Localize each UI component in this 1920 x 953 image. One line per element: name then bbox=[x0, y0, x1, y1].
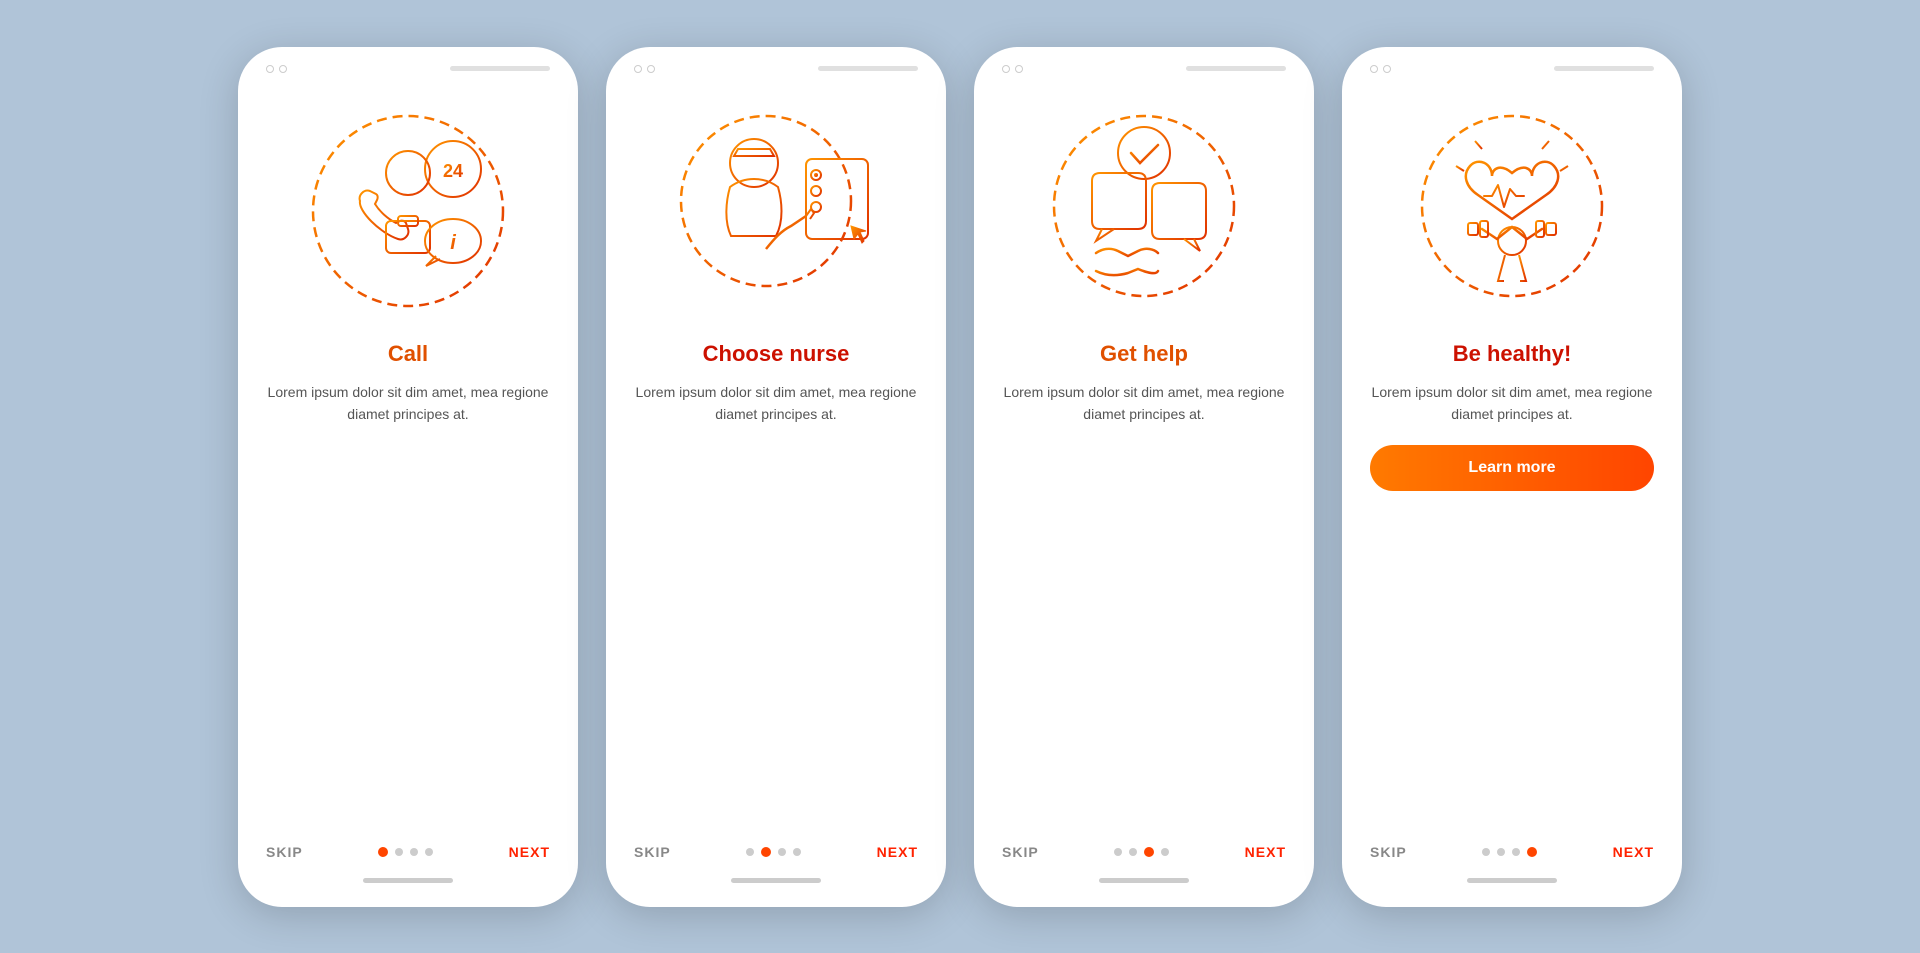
phone-3-top bbox=[974, 47, 1314, 83]
phone-4-nav-dot-1 bbox=[1482, 848, 1490, 856]
phone-1-dots bbox=[266, 65, 287, 73]
phone-4-dots bbox=[1370, 65, 1391, 73]
phone-4-dot-1 bbox=[1370, 65, 1378, 73]
phone-4-illustration bbox=[1402, 101, 1622, 321]
phone-4-top bbox=[1342, 47, 1682, 83]
phone-1-desc: Lorem ipsum dolor sit dim amet, mea regi… bbox=[266, 381, 550, 426]
phone-4-status bbox=[1370, 65, 1654, 73]
phone-4-home-bar bbox=[1467, 878, 1557, 883]
phone-3-illustration bbox=[1034, 101, 1254, 321]
phone-2-status bbox=[634, 65, 918, 73]
phone-4-title: Be healthy! bbox=[1453, 341, 1572, 367]
phone-2-illustration bbox=[666, 101, 886, 321]
learn-more-button[interactable]: Learn more bbox=[1370, 445, 1654, 491]
svg-text:i: i bbox=[450, 232, 456, 254]
phone-2-dots bbox=[634, 65, 655, 73]
phone-3-content: Get help Lorem ipsum dolor sit dim amet,… bbox=[974, 331, 1314, 844]
phone-3-nav-dots bbox=[1114, 847, 1169, 857]
phone-2-dot-2 bbox=[647, 65, 655, 73]
phone-1-content: Call Lorem ipsum dolor sit dim amet, mea… bbox=[238, 331, 578, 844]
phone-3-nav-dot-3 bbox=[1144, 847, 1154, 857]
phone-3-skip[interactable]: SKIP bbox=[1002, 844, 1039, 860]
phone-1-nav-dot-3 bbox=[410, 848, 418, 856]
phone-4-nav-dot-2 bbox=[1497, 848, 1505, 856]
phone-2-desc: Lorem ipsum dolor sit dim amet, mea regi… bbox=[634, 381, 918, 426]
phone-1-footer: SKIP NEXT bbox=[238, 844, 578, 907]
phone-2-svg bbox=[666, 101, 886, 321]
phone-1-nav-dot-1 bbox=[378, 847, 388, 857]
phone-1-illustration: 24 i bbox=[298, 101, 518, 321]
phones-container: 24 i Call Lorem ipsum dolor bbox=[238, 47, 1682, 907]
phone-1-svg: 24 i bbox=[298, 101, 518, 321]
phone-2: Choose nurse Lorem ipsum dolor sit dim a… bbox=[606, 47, 946, 907]
phone-1-nav-dot-2 bbox=[395, 848, 403, 856]
phone-4-nav-dots bbox=[1482, 847, 1537, 857]
phone-4-dot-2 bbox=[1383, 65, 1391, 73]
phone-4-nav-dot-3 bbox=[1512, 848, 1520, 856]
phone-3-nav-dot-2 bbox=[1129, 848, 1137, 856]
phone-3-dot-1 bbox=[1002, 65, 1010, 73]
phone-1-top bbox=[238, 47, 578, 83]
phone-2-dot-1 bbox=[634, 65, 642, 73]
phone-1-nav-dot-4 bbox=[425, 848, 433, 856]
phone-2-nav-dot-3 bbox=[778, 848, 786, 856]
phone-2-title: Choose nurse bbox=[703, 341, 850, 367]
phone-1-next[interactable]: NEXT bbox=[509, 844, 550, 860]
phone-4-nav: SKIP NEXT bbox=[1370, 844, 1654, 860]
phone-3-desc: Lorem ipsum dolor sit dim amet, mea regi… bbox=[1002, 381, 1286, 426]
phone-2-nav: SKIP NEXT bbox=[634, 844, 918, 860]
phone-4-content: Be healthy! Lorem ipsum dolor sit dim am… bbox=[1342, 331, 1682, 844]
phone-2-next[interactable]: NEXT bbox=[877, 844, 918, 860]
phone-1: 24 i Call Lorem ipsum dolor bbox=[238, 47, 578, 907]
phone-3-bar bbox=[1186, 66, 1286, 71]
phone-3-home-bar bbox=[1099, 878, 1189, 883]
phone-1-dot-2 bbox=[279, 65, 287, 73]
phone-2-nav-dot-1 bbox=[746, 848, 754, 856]
phone-2-footer: SKIP NEXT bbox=[606, 844, 946, 907]
phone-2-top bbox=[606, 47, 946, 83]
phone-4-desc: Lorem ipsum dolor sit dim amet, mea regi… bbox=[1370, 381, 1654, 426]
phone-2-home-bar bbox=[731, 878, 821, 883]
phone-1-nav: SKIP NEXT bbox=[266, 844, 550, 860]
phone-3-footer: SKIP NEXT bbox=[974, 844, 1314, 907]
phone-3: Get help Lorem ipsum dolor sit dim amet,… bbox=[974, 47, 1314, 907]
phone-2-skip[interactable]: SKIP bbox=[634, 844, 671, 860]
phone-4: Be healthy! Lorem ipsum dolor sit dim am… bbox=[1342, 47, 1682, 907]
phone-1-title: Call bbox=[388, 341, 428, 367]
phone-3-next[interactable]: NEXT bbox=[1245, 844, 1286, 860]
phone-3-nav-dot-4 bbox=[1161, 848, 1169, 856]
phone-2-nav-dots bbox=[746, 847, 801, 857]
phone-3-status bbox=[1002, 65, 1286, 73]
svg-text:24: 24 bbox=[443, 161, 463, 181]
phone-4-nav-dot-4 bbox=[1527, 847, 1537, 857]
phone-1-home-bar bbox=[363, 878, 453, 883]
phone-4-next[interactable]: NEXT bbox=[1613, 844, 1654, 860]
phone-3-nav: SKIP NEXT bbox=[1002, 844, 1286, 860]
phone-3-nav-dot-1 bbox=[1114, 848, 1122, 856]
phone-2-bar bbox=[818, 66, 918, 71]
phone-1-nav-dots bbox=[378, 847, 433, 857]
phone-1-bar bbox=[450, 66, 550, 71]
phone-2-nav-dot-4 bbox=[793, 848, 801, 856]
phone-1-skip[interactable]: SKIP bbox=[266, 844, 303, 860]
phone-4-footer: SKIP NEXT bbox=[1342, 844, 1682, 907]
phone-1-status bbox=[266, 65, 550, 73]
phone-4-skip[interactable]: SKIP bbox=[1370, 844, 1407, 860]
phone-4-bar bbox=[1554, 66, 1654, 71]
phone-1-dot-1 bbox=[266, 65, 274, 73]
phone-2-nav-dot-2 bbox=[761, 847, 771, 857]
phone-3-svg bbox=[1034, 101, 1254, 321]
phone-3-dots bbox=[1002, 65, 1023, 73]
phone-3-dot-2 bbox=[1015, 65, 1023, 73]
phone-3-title: Get help bbox=[1100, 341, 1188, 367]
phone-4-svg bbox=[1402, 101, 1622, 321]
phone-2-content: Choose nurse Lorem ipsum dolor sit dim a… bbox=[606, 331, 946, 844]
